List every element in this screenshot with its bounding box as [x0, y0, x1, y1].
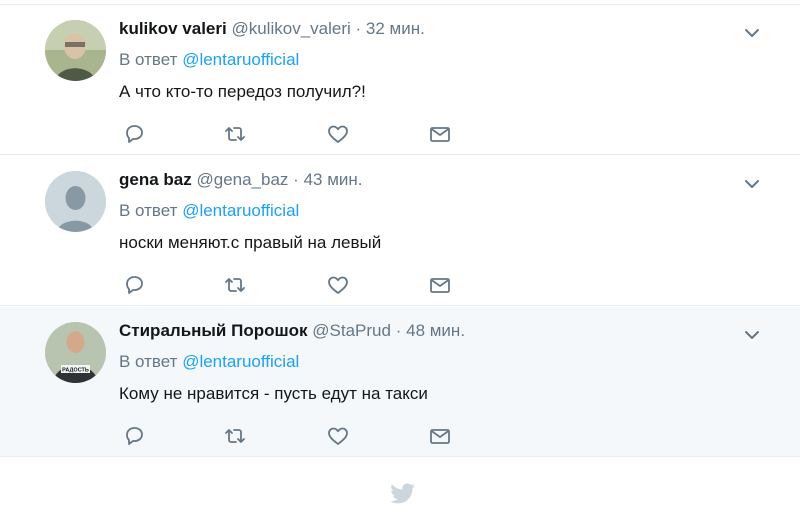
- retweet-icon: [225, 278, 245, 292]
- reply-icon: [126, 125, 143, 143]
- reply-mention-link[interactable]: @lentaruofficial: [182, 352, 299, 371]
- tweet-timestamp[interactable]: 48 мин.: [406, 321, 465, 340]
- author-handle[interactable]: @gena_baz: [196, 170, 288, 189]
- like-button[interactable]: [326, 122, 350, 146]
- separator-dot: ·: [355, 19, 362, 38]
- retweet-button[interactable]: [223, 424, 247, 448]
- person-photo-icon: РАДОСТЬ: [45, 322, 106, 383]
- shirt-text: РАДОСТЬ: [62, 368, 89, 374]
- tweet-header: Стиральный Порошок @StaPrud · 48 мин.: [119, 321, 465, 341]
- message-button[interactable]: [428, 122, 452, 146]
- tweet-text: Кому не нравится - пусть едут на такси: [119, 384, 428, 403]
- reply-icon: [126, 276, 143, 294]
- person-photo-icon: [45, 20, 106, 81]
- reply-prefix: В ответ: [119, 50, 178, 69]
- author-handle[interactable]: @StaPrud: [312, 321, 391, 340]
- like-button[interactable]: [326, 424, 350, 448]
- reply-icon: [126, 427, 143, 445]
- tweet-header: kulikov valeri @kulikov_valeri · 32 мин.: [119, 19, 425, 39]
- tweet-item[interactable]: РАДОСТЬ Стиральный Порошок @StaPrud · 48…: [0, 307, 800, 457]
- twitter-bird-icon: [390, 483, 415, 504]
- tweet-text: носки меняют.с правый на левый: [119, 233, 382, 252]
- tweet-timestamp[interactable]: 32 мин.: [366, 19, 425, 38]
- separator-dot: ·: [293, 170, 299, 189]
- tweet-text: А что кто-то передоз получил?!: [119, 82, 366, 101]
- avatar[interactable]: [45, 20, 106, 81]
- reply-context: В ответ @lentaruofficial: [119, 352, 299, 372]
- tweet-item[interactable]: kulikov valeri @kulikov_valeri · 32 мин.…: [0, 5, 800, 155]
- tweet-header: gena baz @gena_baz · 43 мин.: [119, 170, 363, 190]
- reply-context: В ответ @lentaruofficial: [119, 201, 299, 221]
- message-icon: [430, 127, 450, 142]
- reply-prefix: В ответ: [119, 352, 178, 371]
- retweet-button[interactable]: [223, 273, 247, 297]
- like-icon: [328, 427, 348, 445]
- retweet-icon: [225, 127, 245, 141]
- reply-prefix: В ответ: [119, 201, 178, 220]
- avatar[interactable]: РАДОСТЬ: [45, 322, 106, 383]
- message-button[interactable]: [428, 424, 452, 448]
- avatar[interactable]: [45, 171, 106, 232]
- author-handle[interactable]: @kulikov_valeri: [231, 19, 350, 38]
- tweet-timestamp[interactable]: 43 мин.: [304, 170, 363, 189]
- like-icon: [328, 276, 348, 294]
- reply-button[interactable]: [122, 122, 146, 146]
- chevron-down-icon[interactable]: [744, 178, 760, 190]
- chevron-down-icon[interactable]: [744, 27, 760, 39]
- author-name[interactable]: gena baz: [119, 170, 192, 189]
- author-name[interactable]: kulikov valeri: [119, 19, 227, 38]
- like-button[interactable]: [326, 273, 350, 297]
- separator-dot: ·: [395, 321, 402, 340]
- reply-button[interactable]: [122, 273, 146, 297]
- tweet-item[interactable]: gena baz @gena_baz · 43 мин. В ответ @le…: [0, 156, 800, 306]
- tweet-feed: kulikov valeri @kulikov_valeri · 32 мин.…: [0, 0, 800, 525]
- reply-mention-link[interactable]: @lentaruofficial: [182, 50, 299, 69]
- default-avatar-icon: [45, 171, 106, 232]
- reply-button[interactable]: [122, 424, 146, 448]
- retweet-button[interactable]: [223, 122, 247, 146]
- message-icon: [430, 278, 450, 293]
- author-name[interactable]: Стиральный Порошок: [119, 321, 308, 340]
- chevron-down-icon[interactable]: [744, 329, 760, 341]
- like-icon: [328, 125, 348, 143]
- reply-context: В ответ @lentaruofficial: [119, 50, 299, 70]
- message-button[interactable]: [428, 273, 452, 297]
- reply-mention-link[interactable]: @lentaruofficial: [182, 201, 299, 220]
- retweet-icon: [225, 429, 245, 443]
- message-icon: [430, 429, 450, 444]
